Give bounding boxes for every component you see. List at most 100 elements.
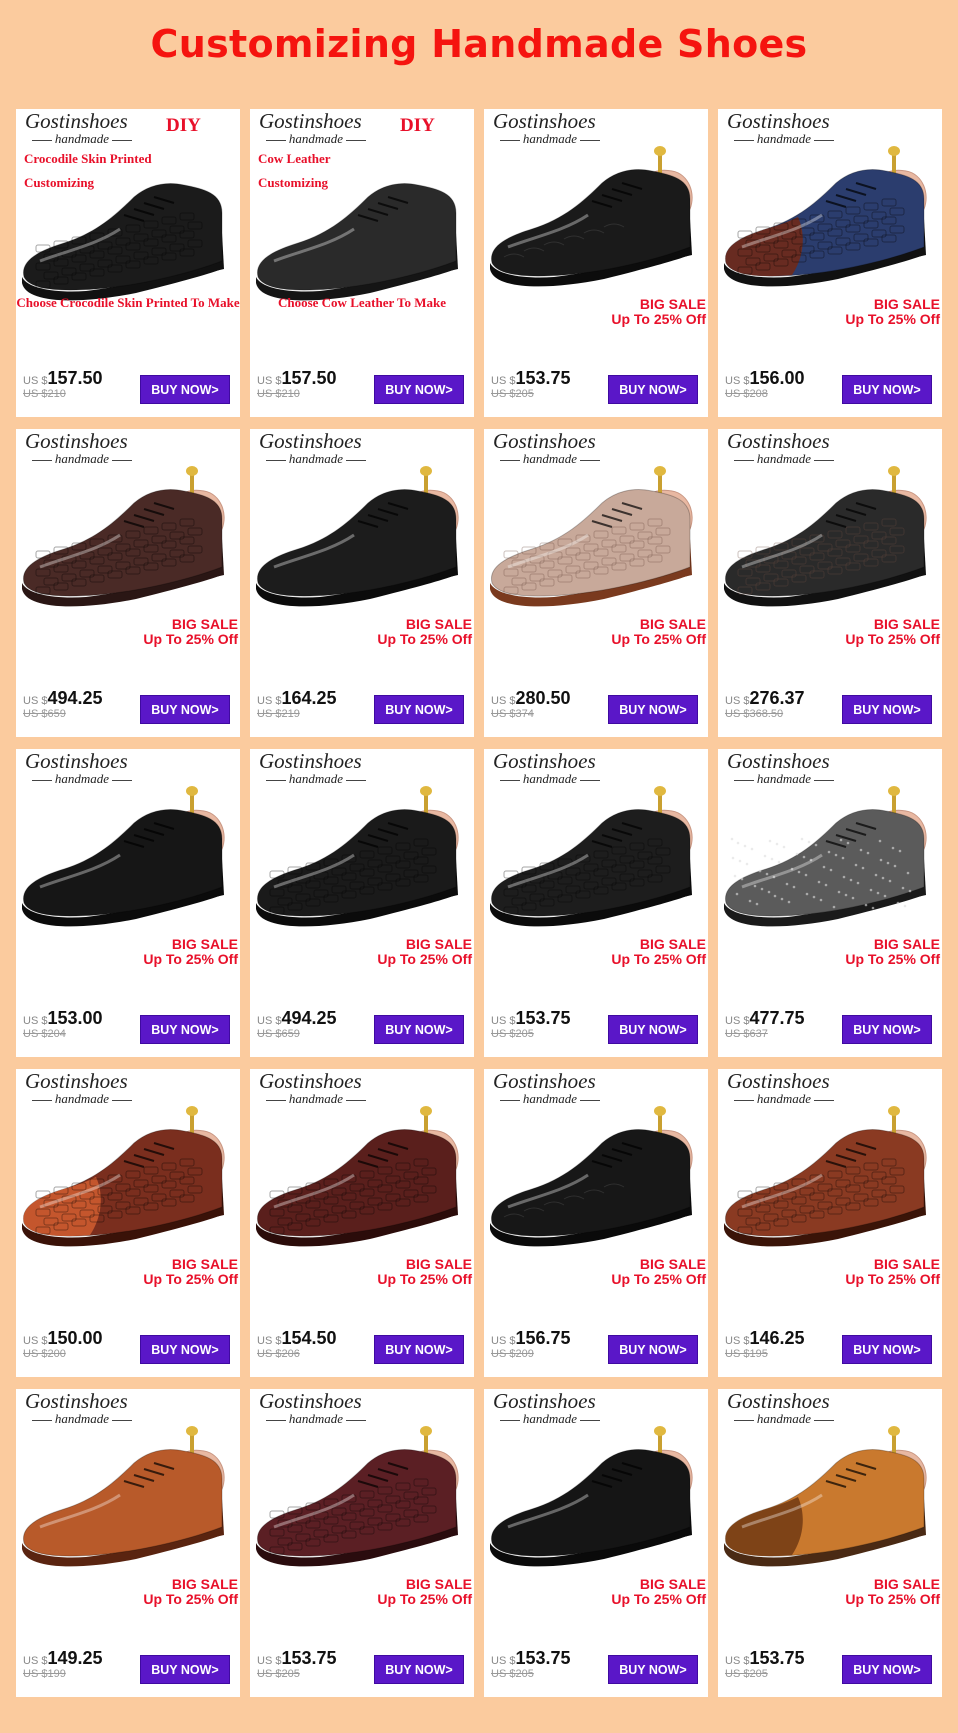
shoe-image[interactable] <box>484 459 708 639</box>
product-card-1[interactable]: Gostinshoes handmade US $157.50 US $210 … <box>16 109 240 417</box>
product-card-19[interactable]: Gostinshoes handmade BIG SALE Up To 25% … <box>484 1389 708 1697</box>
brand-name: Gostinshoes <box>493 1069 596 1093</box>
sale-badge: BIG SALE Up To 25% Off <box>845 617 940 647</box>
current-price: 153.75 <box>515 368 571 388</box>
shoe-image[interactable] <box>250 1419 474 1599</box>
buy-now-button[interactable]: BUY NOW> <box>842 1015 932 1044</box>
price-block: US $164.25 US $219 <box>257 687 337 720</box>
currency-label: US $ <box>257 1655 282 1667</box>
sale-line-2: Up To 25% Off <box>845 1591 940 1607</box>
product-card-12[interactable]: Gostinshoes handmade BIG SALE Up To 25% … <box>718 749 942 1057</box>
buy-now-button[interactable]: BUY NOW> <box>374 1335 464 1364</box>
sale-line-2: Up To 25% Off <box>611 631 706 647</box>
buy-now-button[interactable]: BUY NOW> <box>842 1655 932 1684</box>
shoe-image[interactable] <box>484 1099 708 1279</box>
buy-now-button[interactable]: BUY NOW> <box>140 375 230 404</box>
product-card-10[interactable]: Gostinshoes handmade BIG SALE Up To 25% … <box>250 749 474 1057</box>
shoe-image[interactable] <box>16 1099 240 1279</box>
currency-label: US $ <box>491 1335 516 1347</box>
price-block: US $153.75 US $205 <box>725 1647 805 1680</box>
product-card-8[interactable]: Gostinshoes handmade BIG SALE Up To 25% … <box>718 429 942 737</box>
product-card-14[interactable]: Gostinshoes handmade BIG SALE Up To 25% … <box>250 1069 474 1377</box>
product-card-3[interactable]: Gostinshoes handmade BIG SALE Up To 25% … <box>484 109 708 417</box>
sale-line-1: BIG SALE <box>405 1256 472 1272</box>
product-card-16[interactable]: Gostinshoes handmade BIG SALE Up To 25% … <box>718 1069 942 1377</box>
sale-line-1: BIG SALE <box>873 1576 940 1592</box>
shoe-image[interactable] <box>16 459 240 639</box>
shoe-image[interactable] <box>484 1419 708 1599</box>
buy-now-button[interactable]: BUY NOW> <box>842 375 932 404</box>
product-card-7[interactable]: Gostinshoes handmade BIG SALE Up To 25% … <box>484 429 708 737</box>
buy-now-button[interactable]: BUY NOW> <box>608 1015 698 1044</box>
diy-material-line: Customizing <box>24 175 95 190</box>
shoe-image[interactable] <box>250 779 474 959</box>
shoe-image[interactable] <box>250 1099 474 1279</box>
currency-label: US $ <box>23 1335 48 1347</box>
buy-now-button[interactable]: BUY NOW> <box>374 1655 464 1684</box>
currency-label: US $ <box>725 695 750 707</box>
currency-label: US $ <box>725 1335 750 1347</box>
page-title: Customizing Handmade Shoes <box>150 22 808 66</box>
product-card-15[interactable]: Gostinshoes handmade BIG SALE Up To 25% … <box>484 1069 708 1377</box>
diy-instruction: Choose Cow Leather To Make <box>277 295 447 310</box>
product-card-20[interactable]: Gostinshoes handmade BIG SALE Up To 25% … <box>718 1389 942 1697</box>
sale-badge: BIG SALE Up To 25% Off <box>611 937 706 967</box>
product-card-11[interactable]: Gostinshoes handmade BIG SALE Up To 25% … <box>484 749 708 1057</box>
buy-now-button[interactable]: BUY NOW> <box>608 695 698 724</box>
diy-badge: DIY <box>166 115 201 136</box>
currency-label: US $ <box>725 1015 750 1027</box>
shoe-image[interactable] <box>718 1099 942 1279</box>
sale-line-2: Up To 25% Off <box>611 311 706 327</box>
product-card-5[interactable]: Gostinshoes handmade BIG SALE Up To 25% … <box>16 429 240 737</box>
currency-label: US $ <box>491 1655 516 1667</box>
brand-name: Gostinshoes <box>259 1069 362 1093</box>
buy-now-button[interactable]: BUY NOW> <box>374 695 464 724</box>
sale-line-1: BIG SALE <box>171 1256 238 1272</box>
shoe-image[interactable] <box>718 779 942 959</box>
buy-now-button[interactable]: BUY NOW> <box>140 1655 230 1684</box>
shoe-image[interactable] <box>250 459 474 639</box>
shoe-image[interactable] <box>718 1419 942 1599</box>
current-price: 153.00 <box>47 1008 103 1028</box>
diy-badge: DIY <box>400 115 435 136</box>
shoe-image[interactable] <box>16 779 240 959</box>
sale-badge: BIG SALE Up To 25% Off <box>611 1577 706 1607</box>
sale-line-1: BIG SALE <box>873 296 940 312</box>
shoe-image[interactable] <box>718 459 942 639</box>
shoe-image[interactable] <box>484 139 708 319</box>
price-block: US $494.25 US $659 <box>23 687 103 720</box>
buy-now-button[interactable]: BUY NOW> <box>842 695 932 724</box>
sale-line-2: Up To 25% Off <box>845 1271 940 1287</box>
buy-now-button[interactable]: BUY NOW> <box>842 1335 932 1364</box>
currency-label: US $ <box>491 695 516 707</box>
buy-now-button[interactable]: BUY NOW> <box>608 1335 698 1364</box>
current-price: 149.25 <box>47 1648 103 1668</box>
sale-line-1: BIG SALE <box>171 616 238 632</box>
buy-now-button[interactable]: BUY NOW> <box>140 1335 230 1364</box>
product-card-4[interactable]: Gostinshoes handmade BIG SALE Up To 25% … <box>718 109 942 417</box>
product-card-2[interactable]: Gostinshoes handmade US $157.50 US $210 … <box>250 109 474 417</box>
diy-instruction: Choose Crocodile Skin Printed To Make <box>16 295 240 310</box>
sale-line-2: Up To 25% Off <box>143 1271 238 1287</box>
product-card-18[interactable]: Gostinshoes handmade BIG SALE Up To 25% … <box>250 1389 474 1697</box>
sale-line-1: BIG SALE <box>405 616 472 632</box>
shoe-image[interactable] <box>16 1419 240 1599</box>
diy-material-line: Crocodile Skin Printed <box>24 151 152 166</box>
product-card-6[interactable]: Gostinshoes handmade BIG SALE Up To 25% … <box>250 429 474 737</box>
buy-now-button[interactable]: BUY NOW> <box>608 1655 698 1684</box>
shoe-image[interactable] <box>718 139 942 319</box>
buy-now-button[interactable]: BUY NOW> <box>374 1015 464 1044</box>
shoe-image[interactable] <box>484 779 708 959</box>
sale-line-1: BIG SALE <box>873 1256 940 1272</box>
currency-label: US $ <box>23 1655 48 1667</box>
brand-name: Gostinshoes <box>259 1389 362 1413</box>
brand-name: Gostinshoes <box>493 1389 596 1413</box>
current-price: 280.50 <box>515 688 571 708</box>
product-card-17[interactable]: Gostinshoes handmade BIG SALE Up To 25% … <box>16 1389 240 1697</box>
buy-now-button[interactable]: BUY NOW> <box>374 375 464 404</box>
product-card-13[interactable]: Gostinshoes handmade BIG SALE Up To 25% … <box>16 1069 240 1377</box>
product-card-9[interactable]: Gostinshoes handmade BIG SALE Up To 25% … <box>16 749 240 1057</box>
buy-now-button[interactable]: BUY NOW> <box>140 695 230 724</box>
buy-now-button[interactable]: BUY NOW> <box>140 1015 230 1044</box>
buy-now-button[interactable]: BUY NOW> <box>608 375 698 404</box>
